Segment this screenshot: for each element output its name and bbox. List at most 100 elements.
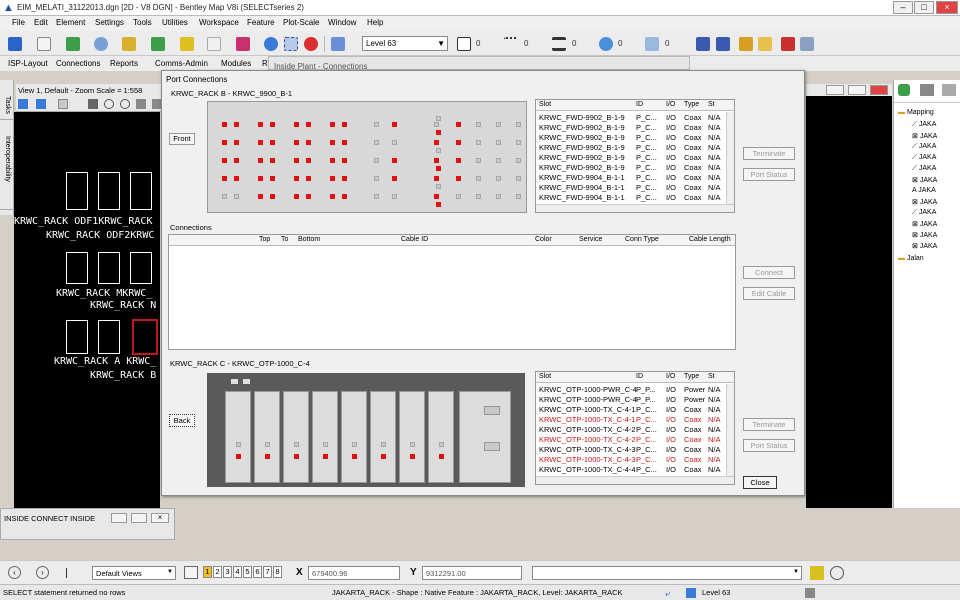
select-icon[interactable]: [8, 37, 22, 51]
view-2-button[interactable]: 2: [213, 566, 222, 578]
port-connected[interactable]: [323, 454, 328, 459]
table-row[interactable]: KRWC_OTP-1000-TX_C-4-2 P_C... I/O Coax N/A: [536, 434, 726, 444]
port-connected[interactable]: [392, 122, 397, 127]
rack-card[interactable]: [254, 391, 280, 483]
feature-icon[interactable]: [898, 84, 910, 96]
port-connected[interactable]: [306, 158, 311, 163]
close-window-button[interactable]: ×: [936, 1, 958, 14]
port-free[interactable]: [516, 140, 521, 145]
port-connected[interactable]: [294, 176, 299, 181]
delete-icon[interactable]: [781, 37, 795, 51]
raster-icon[interactable]: [122, 37, 136, 51]
table-row[interactable]: KRWC_FWD-9902_B-1-9 P_C... I/O Coax N/A: [536, 162, 726, 172]
port-free[interactable]: [294, 442, 299, 447]
terminate-button-bottom[interactable]: Terminate: [743, 418, 795, 431]
port-free[interactable]: [392, 194, 397, 199]
view-3-button[interactable]: 3: [223, 566, 232, 578]
port-connected[interactable]: [434, 194, 439, 199]
port-connected[interactable]: [306, 194, 311, 199]
port-connected[interactable]: [258, 176, 263, 181]
tree-item[interactable]: ⊠ JAKA: [912, 176, 937, 184]
database-icon[interactable]: [696, 37, 710, 51]
table-row[interactable]: KRWC_OTP-1000-PWR_C-4 P_P... I/O Power N/A: [536, 394, 726, 404]
back-nav-icon[interactable]: ‹: [8, 566, 21, 579]
settings-icon[interactable]: [58, 99, 68, 109]
panel-minimize-button[interactable]: [111, 513, 127, 523]
view-canvas[interactable]: KRWC_RACK ODF1KRWC_RACK KRWC_RACK ODF2KR…: [14, 112, 160, 508]
port-free[interactable]: [410, 442, 415, 447]
port-free[interactable]: [265, 442, 270, 447]
forward-nav-icon[interactable]: ›: [36, 566, 49, 579]
lock-icon[interactable]: [739, 37, 753, 51]
port-connected[interactable]: [342, 176, 347, 181]
port-connected[interactable]: [392, 158, 397, 163]
tools-icon[interactable]: [800, 37, 814, 51]
zoom-in-icon[interactable]: [104, 99, 114, 109]
port-free[interactable]: [516, 158, 521, 163]
tree-folder-mapping[interactable]: ▬ Mapping: [898, 109, 934, 116]
port-free[interactable]: [323, 442, 328, 447]
bottom-grid-hscroll[interactable]: [536, 476, 734, 484]
port-free[interactable]: [222, 194, 227, 199]
port-free[interactable]: [374, 176, 379, 181]
rack-shape[interactable]: [98, 320, 120, 354]
port-free[interactable]: [476, 176, 481, 181]
port-free[interactable]: [392, 140, 397, 145]
port-connected[interactable]: [265, 454, 270, 459]
port-connected[interactable]: [270, 158, 275, 163]
line-weight-icon[interactable]: [552, 37, 566, 51]
col-io[interactable]: I/O: [666, 373, 675, 380]
rack-card[interactable]: [341, 391, 367, 483]
power-module[interactable]: [459, 391, 511, 483]
keyin-field[interactable]: ▼: [532, 566, 802, 580]
layers-icon[interactable]: [151, 37, 165, 51]
port-connected[interactable]: [294, 454, 299, 459]
port-connected[interactable]: [456, 158, 461, 163]
menu-element[interactable]: Element: [56, 18, 85, 27]
bottom-grid-vscroll[interactable]: [726, 384, 734, 476]
table-row[interactable]: KRWC_FWD-9902_B-1-9 P_C... I/O Coax N/A: [536, 152, 726, 162]
tab-comms-admin[interactable]: Comms-Admin: [155, 59, 208, 68]
level-display-icon[interactable]: [331, 37, 345, 51]
priority-icon[interactable]: [645, 37, 659, 51]
window-area-icon[interactable]: [136, 99, 146, 109]
view-canvas-right[interactable]: [806, 96, 892, 508]
tree-item[interactable]: ⊠ JAKA: [912, 220, 937, 228]
rack-card[interactable]: [312, 391, 338, 483]
table-row[interactable]: KRWC_OTP-1000-TX_C-4-4 P_C... I/O Coax N/A: [536, 464, 726, 474]
connect-button[interactable]: Connect: [743, 266, 795, 279]
port-connected[interactable]: [222, 122, 227, 127]
port-connected[interactable]: [456, 122, 461, 127]
port-connected[interactable]: [342, 122, 347, 127]
port-free[interactable]: [496, 158, 501, 163]
color-icon[interactable]: [457, 37, 471, 51]
port-free[interactable]: [439, 442, 444, 447]
table-row[interactable]: KRWC_FWD-9904_B-1-1 P_C... I/O Coax N/A: [536, 182, 726, 192]
lock-status-icon[interactable]: [686, 588, 696, 598]
port-connected[interactable]: [436, 202, 441, 207]
panel-close-button[interactable]: ×: [151, 513, 169, 523]
menu-window[interactable]: Window: [328, 18, 356, 27]
col-bottom[interactable]: Bottom: [298, 236, 320, 243]
port-free[interactable]: [496, 140, 501, 145]
col-cable-id[interactable]: Cable ID: [401, 236, 428, 243]
snap-icon[interactable]: ⤶: [665, 588, 677, 598]
col-slot[interactable]: Slot: [539, 373, 551, 380]
top-grid-vscroll[interactable]: [726, 112, 734, 204]
tab-reports[interactable]: Reports: [110, 59, 138, 68]
port-free[interactable]: [374, 158, 379, 163]
table-row[interactable]: KRWC_FWD-9902_B-1-9 P_C... I/O Coax N/A: [536, 142, 726, 152]
port-free[interactable]: [496, 122, 501, 127]
minimize-button[interactable]: –: [893, 1, 913, 14]
port-connected[interactable]: [436, 166, 441, 171]
tree-folder-jalan[interactable]: ▬ Jalan: [898, 255, 924, 262]
info-icon[interactable]: [264, 37, 278, 51]
grid-icon[interactable]: [284, 37, 298, 51]
col-st[interactable]: St: [708, 373, 715, 380]
view-8-button[interactable]: 8: [273, 566, 282, 578]
port-connected[interactable]: [381, 454, 386, 459]
database-query-icon[interactable]: [716, 37, 730, 51]
no-entry-icon[interactable]: [304, 37, 318, 51]
port-connected[interactable]: [234, 158, 239, 163]
port-free[interactable]: [476, 140, 481, 145]
